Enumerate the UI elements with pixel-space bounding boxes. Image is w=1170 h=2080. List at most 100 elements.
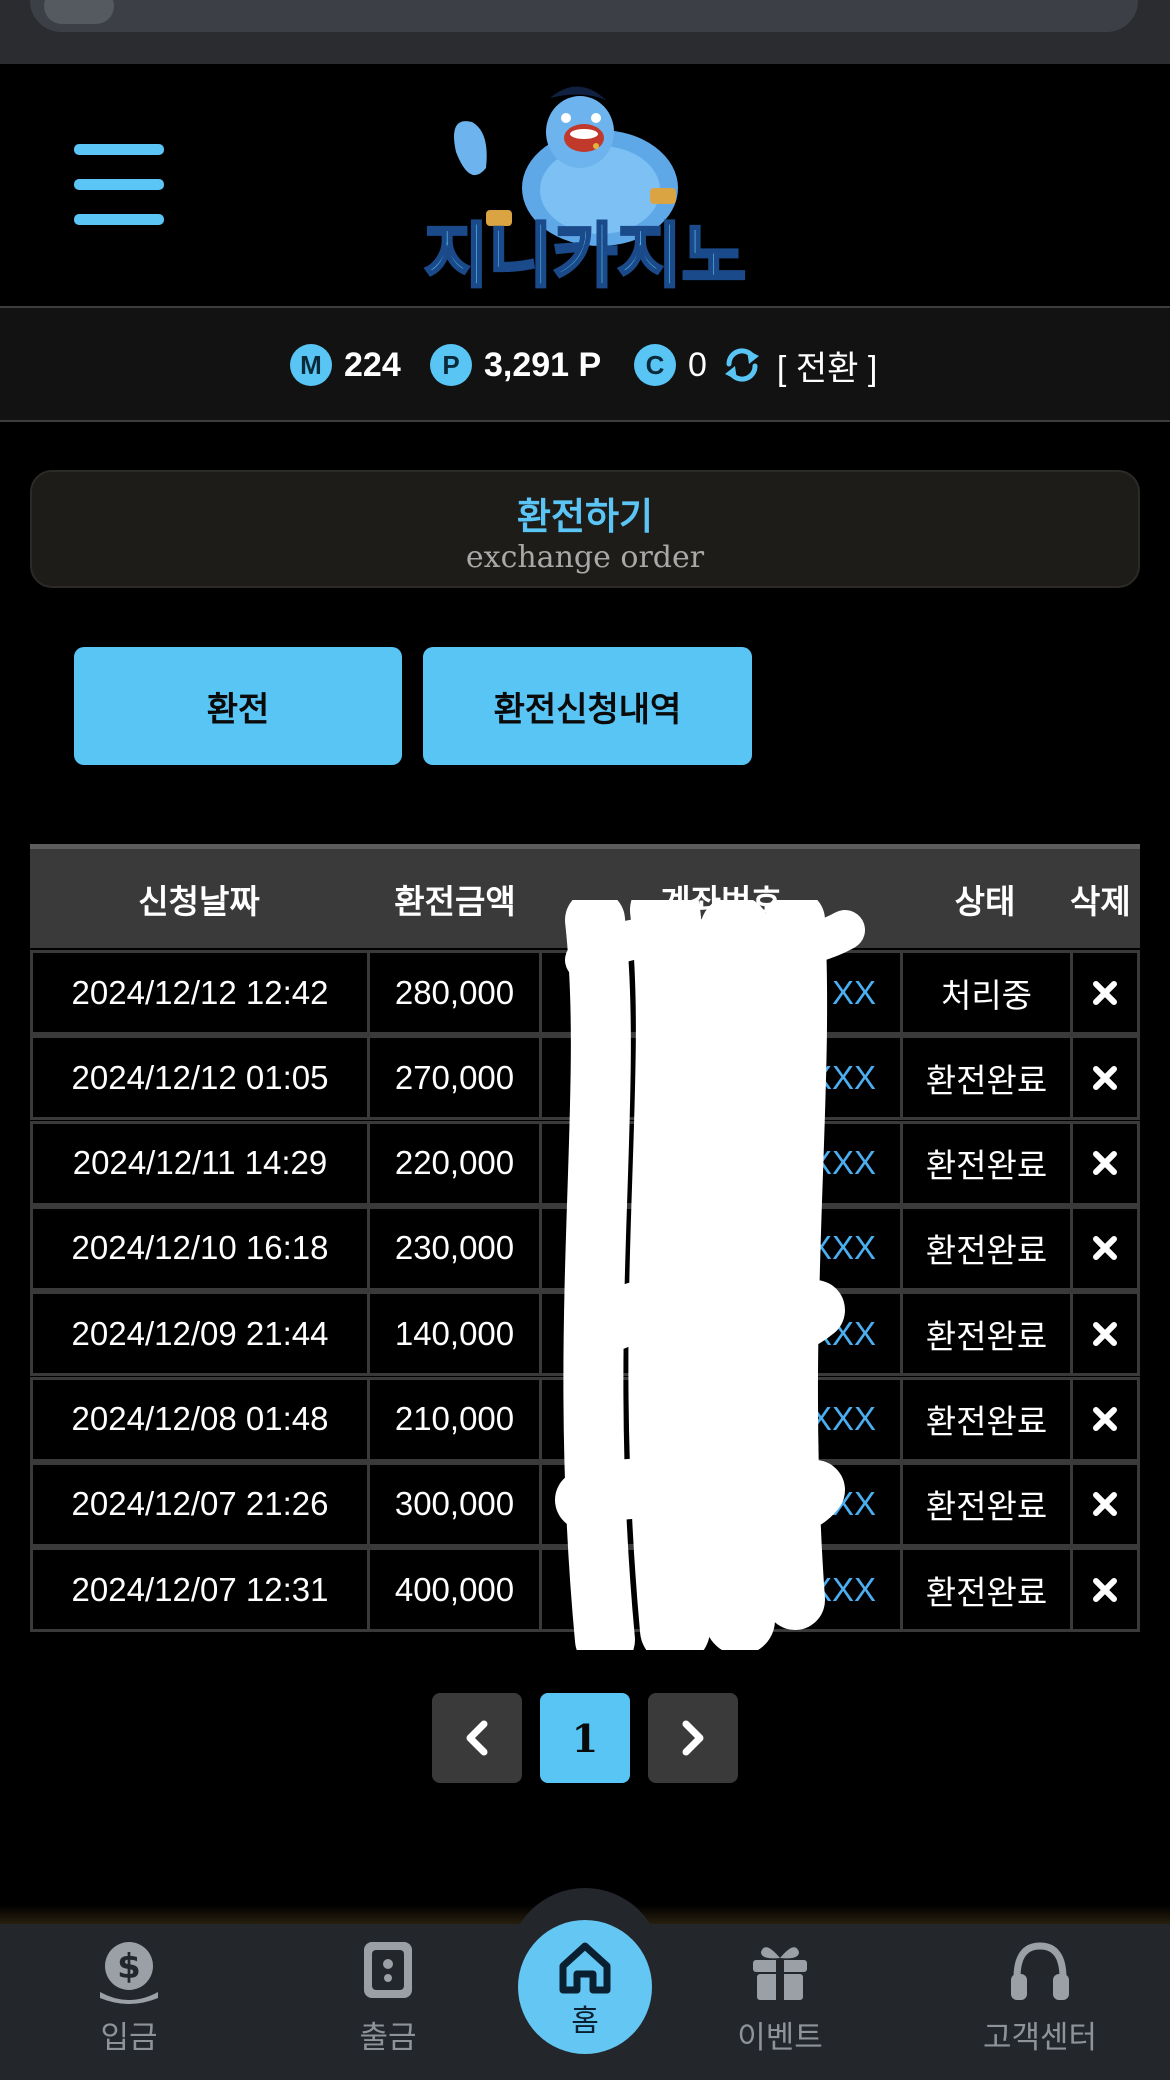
cell-date: 2024/12/12 01:05 — [30, 1035, 370, 1121]
casino-balance: C 0 [ 전환 ] — [634, 342, 877, 388]
delete-x-icon — [1093, 1577, 1117, 1602]
cell-account[interactable]: XXXX — [539, 1035, 903, 1121]
cell-status: 환전완료 — [900, 1205, 1073, 1291]
delete-x-icon — [1093, 980, 1117, 1005]
page-title: 환전하기 — [516, 495, 654, 538]
address-bar[interactable] — [30, 0, 1138, 32]
hamburger-menu-icon[interactable] — [74, 144, 164, 226]
money-coin-icon: M — [290, 344, 332, 386]
home-icon — [559, 1942, 611, 1994]
cell-account[interactable]: XXXX — [539, 1120, 903, 1206]
nav-deposit[interactable]: $ 입금 — [29, 1924, 229, 2080]
cell-account[interactable]: XXXX — [539, 1547, 903, 1633]
header-account: 계좌번호 — [660, 881, 782, 921]
delete-x-icon — [1093, 1321, 1117, 1346]
nav-deposit-label: 입금 — [100, 2020, 158, 2056]
page-subtitle: exchange order — [465, 540, 705, 575]
cell-status: 환전완료 — [900, 1376, 1073, 1462]
cell-status: 환전완료 — [900, 1291, 1073, 1377]
cell-date: 2024/12/11 14:29 — [30, 1120, 370, 1206]
delete-x-icon — [1093, 1492, 1117, 1517]
header-date: 신청날짜 — [138, 881, 260, 921]
browser-toolbar — [0, 0, 1170, 64]
nav-home[interactable]: 홈 — [518, 1920, 652, 2054]
convert-label: [ 전환 ] — [776, 349, 878, 388]
cell-status: 환전완료 — [900, 1035, 1073, 1121]
header-status: 상태 — [954, 881, 1016, 921]
cell-delete[interactable] — [1070, 1376, 1140, 1462]
prev-page-button[interactable] — [432, 1693, 522, 1783]
cell-account[interactable]: XXXX — [539, 1291, 903, 1377]
convert-button[interactable]: [ 전환 ] — [721, 341, 877, 390]
nav-support[interactable]: 고객센터 — [940, 1924, 1140, 2080]
site-header: 지니카지노 — [0, 64, 1170, 306]
point-balance-value: 3,291 P — [484, 345, 602, 384]
cell-date: 2024/12/08 01:48 — [30, 1376, 370, 1462]
cell-account[interactable]: XXXX — [539, 1376, 903, 1462]
nav-withdraw[interactable]: 출금 — [288, 1924, 488, 2080]
cell-amount: 220,000 — [367, 1120, 542, 1206]
point-coin-icon: P — [430, 344, 472, 386]
cell-date: 2024/12/12 12:42 — [30, 950, 370, 1035]
cell-amount: 230,000 — [367, 1205, 542, 1291]
cell-amount: 210,000 — [367, 1376, 542, 1462]
site-info-icon[interactable] — [44, 0, 114, 24]
delete-x-icon — [1093, 1151, 1117, 1176]
cell-account[interactable]: XXXX — [539, 1205, 903, 1291]
cell-amount: 300,000 — [367, 1461, 542, 1547]
table-row: 2024/12/12 01:05 270,000 XXXX 환전완료 — [30, 1035, 1140, 1121]
money-balance-value: 224 — [344, 345, 401, 384]
cell-date: 2024/12/07 21:26 — [30, 1461, 370, 1547]
chevron-left-icon — [466, 1720, 488, 1756]
casino-coin-icon: C — [634, 344, 676, 386]
cell-amount: 140,000 — [367, 1291, 542, 1377]
cell-date: 2024/12/07 12:31 — [30, 1547, 370, 1633]
delete-x-icon — [1093, 1407, 1117, 1431]
casino-balance-value: 0 — [688, 345, 707, 384]
delete-x-icon — [1093, 1236, 1117, 1261]
cell-amount: 280,000 — [367, 950, 542, 1035]
table-row: 2024/12/07 12:31 400,000 XXXX 환전완료 — [30, 1547, 1140, 1633]
table-header: 신청날짜 환전금액 계좌번호 상태 삭제 — [30, 844, 1140, 948]
next-page-button[interactable] — [648, 1693, 738, 1783]
table-row: 2024/12/12 12:42 280,000 XX 처리중 — [30, 950, 1140, 1035]
tab-exchange-history[interactable]: 환전신청내역 — [423, 647, 752, 765]
page-number-current[interactable]: 1 — [540, 1693, 630, 1783]
refresh-icon — [724, 348, 759, 382]
cell-delete[interactable] — [1070, 1291, 1140, 1377]
cell-date: 2024/12/10 16:18 — [30, 1205, 370, 1291]
cell-amount: 270,000 — [367, 1035, 542, 1121]
nav-withdraw-label: 출금 — [359, 2020, 417, 2056]
cell-delete[interactable] — [1070, 1205, 1140, 1291]
table-row: 2024/12/07 21:26 300,000 XXXX 환전완료 — [30, 1461, 1140, 1547]
nav-support-label: 고객센터 — [982, 2020, 1098, 2056]
money-bag-icon: $ — [100, 1942, 158, 2004]
table-row: 2024/12/09 21:44 140,000 XXXX 환전완료 — [30, 1291, 1140, 1377]
table-row: 2024/12/10 16:18 230,000 XXXX 환전완료 — [30, 1205, 1140, 1291]
header-delete: 삭제 — [1070, 881, 1131, 921]
page-title-card: 환전하기 exchange order — [30, 470, 1140, 588]
money-balance: M 224 — [290, 342, 401, 388]
headset-icon — [1011, 1942, 1069, 2000]
tab-exchange[interactable]: 환전 — [74, 647, 402, 765]
cell-delete[interactable] — [1070, 1120, 1140, 1206]
cell-date: 2024/12/09 21:44 — [30, 1291, 370, 1377]
header-amount: 환전금액 — [394, 881, 516, 921]
cell-delete[interactable] — [1070, 950, 1140, 1035]
cell-delete[interactable] — [1070, 1547, 1140, 1633]
cell-status: 처리중 — [900, 950, 1073, 1035]
cell-status: 환전완료 — [900, 1120, 1073, 1206]
cell-delete[interactable] — [1070, 1461, 1140, 1547]
cell-account[interactable]: XXXX — [539, 1461, 903, 1547]
logo-text: 지니카지노 — [424, 215, 746, 297]
point-balance: P 3,291 P — [430, 342, 601, 388]
nav-home-label: 홈 — [571, 2004, 599, 2039]
nav-event[interactable]: 이벤트 — [680, 1924, 880, 2080]
cell-delete[interactable] — [1070, 1035, 1140, 1121]
cell-status: 환전완료 — [900, 1547, 1073, 1633]
delete-x-icon — [1093, 1065, 1117, 1090]
site-logo[interactable]: 지니카지노 — [400, 70, 770, 298]
safe-icon — [364, 1942, 412, 1998]
cell-amount: 400,000 — [367, 1547, 542, 1633]
cell-account[interactable]: XX — [539, 950, 903, 1035]
